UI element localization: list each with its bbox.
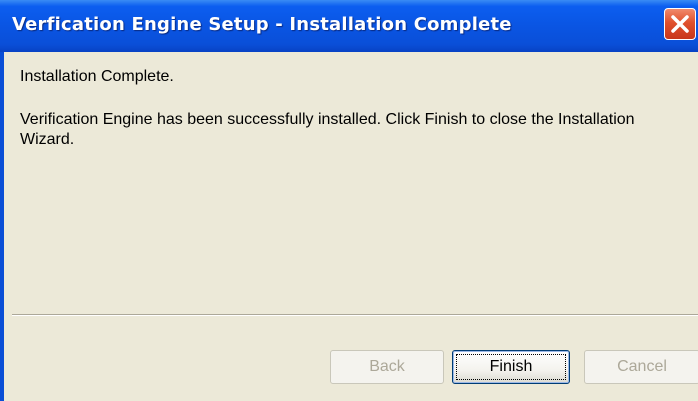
dialog-body: Installation Complete. Verification Engi… [8,52,698,401]
close-button[interactable] [664,8,696,40]
back-button[interactable]: Back [330,350,444,384]
installer-window: Verfication Engine Setup - Installation … [0,0,698,401]
cancel-button[interactable]: Cancel [584,350,698,384]
finish-button-label: Finish [456,354,566,380]
button-divider [12,314,698,316]
title-bar[interactable]: Verfication Engine Setup - Installation … [0,0,698,52]
completion-heading: Installation Complete. [20,68,174,85]
finish-button[interactable]: Finish [452,350,570,384]
close-icon [665,9,695,39]
completion-message: Verification Engine has been successfull… [20,111,635,148]
window-title: Verfication Engine Setup - Installation … [12,14,512,35]
